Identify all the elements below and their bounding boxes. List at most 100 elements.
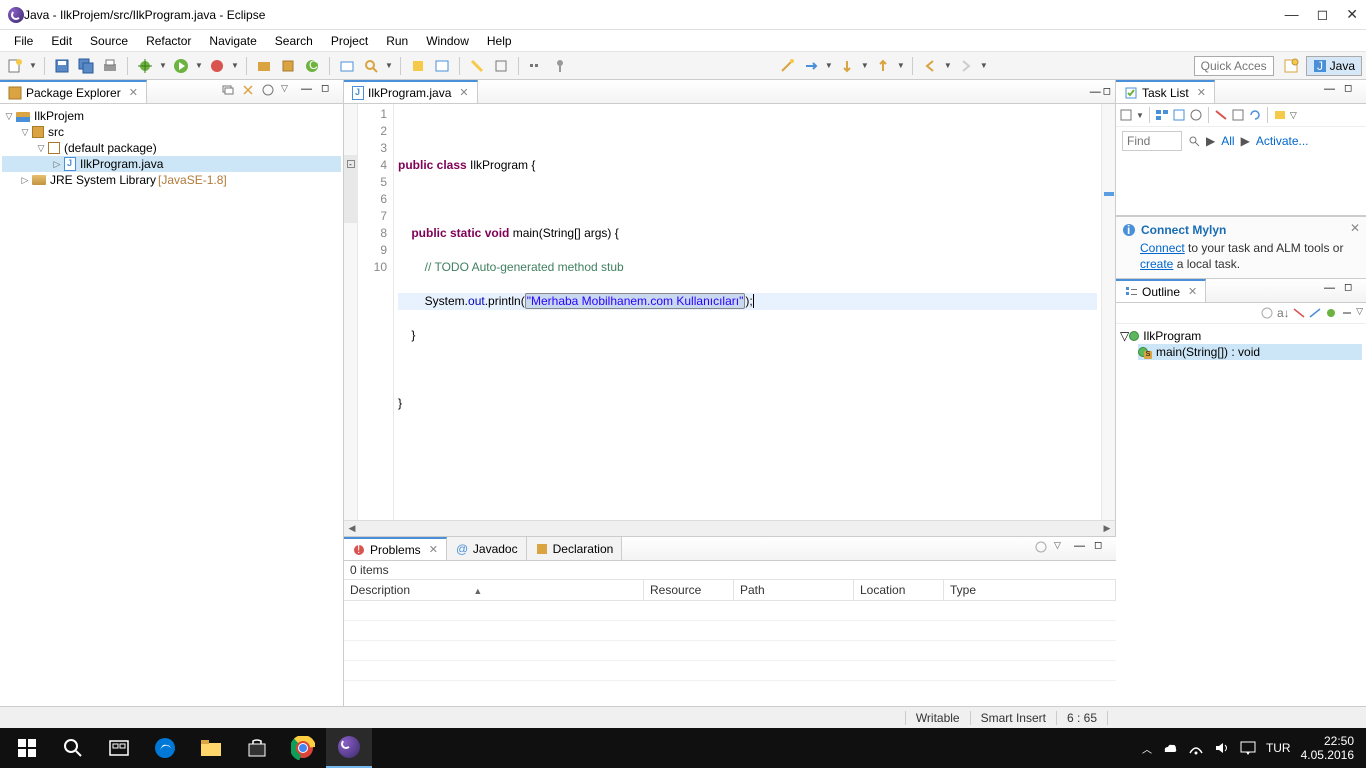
focus-button[interactable] [1189, 108, 1203, 122]
open-perspective-button[interactable] [1280, 55, 1302, 77]
filter-button[interactable] [1034, 540, 1052, 558]
nav-dropdown-2[interactable]: ▼ [860, 55, 870, 77]
toggle-mark-button[interactable] [466, 55, 488, 77]
expand-icon[interactable]: ▽ [2, 111, 16, 122]
new-package-button[interactable] [277, 55, 299, 77]
language-indicator[interactable]: TUR [1266, 741, 1291, 755]
column-description[interactable]: Description ▲ [344, 580, 644, 600]
package-node[interactable]: ▽ (default package) [2, 140, 341, 156]
coverage-dropdown[interactable]: ▼ [230, 55, 240, 77]
column-location[interactable]: Location [854, 580, 944, 600]
new-class-button[interactable]: C [301, 55, 323, 77]
close-view-icon[interactable]: ✕ [1188, 285, 1197, 298]
nav-prev-annotation-button[interactable] [836, 55, 858, 77]
hide-nonpublic-button[interactable] [1324, 306, 1338, 320]
network-icon[interactable] [1188, 740, 1204, 756]
tray-chevron-icon[interactable]: ︿ [1142, 741, 1152, 756]
horizontal-scrollbar[interactable]: ◀▶ [344, 520, 1115, 536]
new-dropdown[interactable]: ▼ [28, 55, 38, 77]
menu-source[interactable]: Source [82, 32, 136, 50]
create-link[interactable]: create [1140, 257, 1173, 271]
view-menu-button[interactable]: ▽ [1054, 540, 1072, 558]
maximize-view-button[interactable]: ◻ [1344, 83, 1362, 101]
debug-button[interactable] [134, 55, 156, 77]
expand-icon[interactable]: ▽ [1120, 329, 1129, 343]
new-java-project-button[interactable] [253, 55, 275, 77]
task-view-button[interactable] [96, 728, 142, 768]
clock[interactable]: 22:50 4.05.2016 [1301, 734, 1354, 762]
column-type[interactable]: Type [944, 580, 1116, 600]
new-button[interactable] [4, 55, 26, 77]
run-dropdown[interactable]: ▼ [194, 55, 204, 77]
view-menu-button[interactable]: ▽ [281, 83, 299, 101]
annotation-button[interactable] [407, 55, 429, 77]
nav-next-button[interactable] [800, 55, 822, 77]
eclipse-app[interactable] [326, 728, 372, 768]
save-button[interactable] [51, 55, 73, 77]
categorize-button[interactable] [1155, 108, 1169, 122]
maximize-view-button[interactable]: ◻ [1344, 282, 1362, 300]
overview-ruler[interactable] [1101, 104, 1115, 520]
scheduled-button[interactable] [1172, 108, 1186, 122]
outline-class-node[interactable]: ▽ IlkProgram [1120, 328, 1362, 344]
show-whitespace-button[interactable] [525, 55, 547, 77]
maximize-view-button[interactable]: ◻ [321, 83, 339, 101]
collapse-button[interactable] [1231, 108, 1245, 122]
column-path[interactable]: Path [734, 580, 854, 600]
synchronize-button[interactable] [1248, 108, 1262, 122]
file-explorer-app[interactable] [188, 728, 234, 768]
quick-access-input[interactable] [1194, 56, 1274, 76]
close-tab-icon[interactable]: ✕ [459, 86, 468, 99]
print-button[interactable] [99, 55, 121, 77]
column-resource[interactable]: Resource [644, 580, 734, 600]
edge-app[interactable] [142, 728, 188, 768]
action-center-icon[interactable] [1240, 741, 1256, 755]
expand-icon[interactable]: ▽ [34, 143, 48, 154]
search-button[interactable] [360, 55, 382, 77]
package-explorer-tab[interactable]: Package Explorer ✕ [0, 80, 147, 103]
link-editor-button[interactable] [241, 83, 259, 101]
hide-complete-button[interactable] [1214, 108, 1228, 122]
menu-run[interactable]: Run [378, 32, 416, 50]
menu-edit[interactable]: Edit [43, 32, 80, 50]
nav-dropdown-3[interactable]: ▼ [896, 55, 906, 77]
view-menu-button[interactable]: ▽ [1356, 306, 1363, 320]
menu-search[interactable]: Search [267, 32, 321, 50]
expand-icon[interactable]: ▷ [18, 175, 32, 186]
store-app[interactable] [234, 728, 280, 768]
project-node[interactable]: ▽ IlkProjem [2, 108, 341, 124]
task-list-tab[interactable]: Task List ✕ [1116, 80, 1215, 103]
expand-icon[interactable]: ▽ [18, 127, 32, 138]
forward-button[interactable] [955, 55, 977, 77]
menu-help[interactable]: Help [479, 32, 520, 50]
outline-method-node[interactable]: S main(String[]) : void [1138, 344, 1362, 360]
jre-node[interactable]: ▷ JRE System Library [JavaSE-1.8] [2, 172, 341, 188]
menu-file[interactable]: File [6, 32, 41, 50]
search-dropdown[interactable]: ▼ [384, 55, 394, 77]
save-all-button[interactable] [75, 55, 97, 77]
maximize-button[interactable]: ◻ [1317, 6, 1329, 23]
pin-button[interactable] [549, 55, 571, 77]
coverage-button[interactable] [206, 55, 228, 77]
nav-next-annotation-button[interactable] [872, 55, 894, 77]
run-button[interactable] [170, 55, 192, 77]
marker-bar[interactable]: - [344, 104, 358, 520]
open-type-button[interactable] [336, 55, 358, 77]
editor-tab[interactable]: IlkProgram.java ✕ [344, 80, 478, 103]
task-find-input[interactable] [1122, 131, 1182, 151]
maximize-view-button[interactable]: ◻ [1094, 540, 1112, 558]
new-task-button[interactable] [1119, 108, 1133, 122]
activate-link[interactable]: Activate... [1256, 134, 1309, 148]
close-view-icon[interactable]: ✕ [129, 86, 138, 99]
menu-project[interactable]: Project [323, 32, 376, 50]
sort-button[interactable]: a↓ [1276, 306, 1290, 320]
hide-fields-button[interactable] [1292, 306, 1306, 320]
ui-legend-button[interactable] [1273, 108, 1287, 122]
connect-link[interactable]: Connect [1140, 241, 1185, 255]
forward-dropdown[interactable]: ▼ [979, 55, 989, 77]
activate-arrow-icon[interactable]: ▶ [1241, 134, 1250, 148]
back-dropdown[interactable]: ▼ [943, 55, 953, 77]
minimize-editor-button[interactable]: — [1090, 86, 1101, 98]
minimize-button[interactable]: — [1285, 6, 1299, 23]
minimize-view-button[interactable]: — [301, 83, 319, 101]
